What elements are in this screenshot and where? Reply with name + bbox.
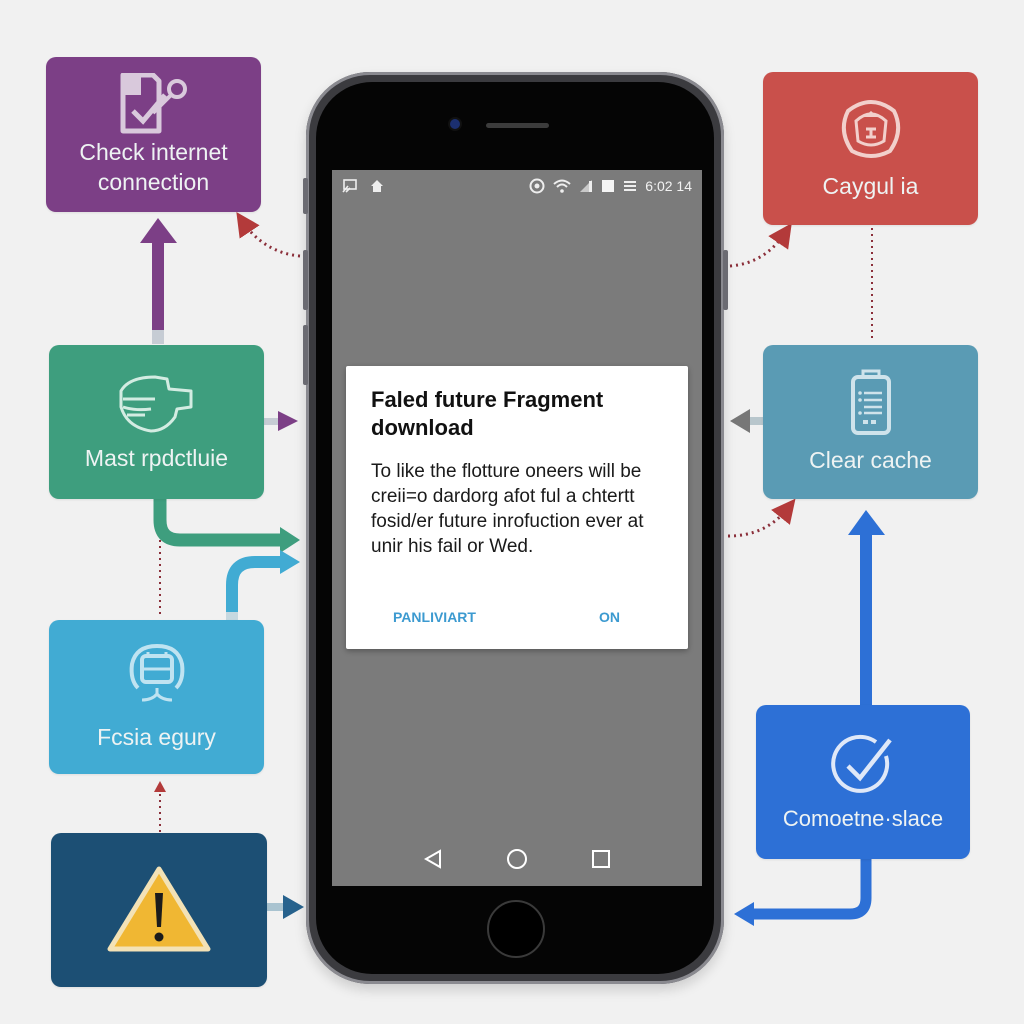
earpiece-speaker: [486, 123, 549, 128]
arrow-blue-complete-to-phone: [734, 858, 872, 926]
card-check-label: Check internet connection: [79, 138, 228, 195]
document-check-key-icon: [120, 72, 187, 133]
wifi-icon: [553, 179, 571, 193]
back-icon[interactable]: [422, 848, 444, 870]
card-fcsia-label: Fcsia egury: [97, 724, 216, 750]
home-circle-icon[interactable]: [505, 847, 529, 871]
phone-home-button[interactable]: [487, 900, 545, 958]
error-dialog: Faled future Fragment download To like t…: [346, 366, 688, 649]
card-warning[interactable]: [51, 833, 267, 987]
recents-icon[interactable]: [590, 848, 612, 870]
dialog-message: To like the flotture oneers will be crei…: [371, 461, 644, 557]
cast-icon: [342, 179, 357, 193]
arrow-green-bend: [153, 498, 300, 553]
signal-icon: [580, 180, 593, 192]
dotted-arrow-phone-to-check: [236, 212, 301, 258]
front-camera: [450, 119, 460, 129]
dialog-negative-button[interactable]: PANLIVIART: [393, 609, 476, 625]
navigation-bar: [332, 832, 702, 886]
dotted-arrow-phone-to-caygul: [729, 223, 792, 268]
router-device-icon: [129, 643, 184, 702]
card-clear-cache[interactable]: Clear cache: [763, 345, 978, 499]
status-time: 6:02 14: [645, 178, 692, 194]
card-fcsia[interactable]: Fcsia egury: [49, 620, 264, 774]
phone-mute-switch[interactable]: [303, 178, 308, 214]
phone-volume-up-button[interactable]: [303, 250, 308, 310]
dotted-arrow-warning-to-fcsia: [154, 781, 166, 832]
battery-list-icon: [850, 369, 891, 435]
alarm-icon: [529, 178, 545, 194]
battery-icon: [624, 181, 637, 191]
card-caygul-label: Caygul ia: [822, 172, 919, 199]
arrow-lightblue-bend: [226, 550, 300, 620]
dialog-actions: PANLIVIART ON: [346, 609, 688, 625]
card-complete-label: Comoetne·slace: [782, 806, 944, 831]
hand-glove-icon: [119, 375, 192, 433]
dialog-title: Faled future Fragment download: [371, 387, 604, 440]
phone-volume-down-button[interactable]: [303, 325, 308, 385]
sim-icon: [602, 180, 615, 192]
arrow-up-blue: [848, 510, 885, 705]
dotted-arrow-phone-to-clear: [727, 498, 796, 538]
arrow-up-purple: [140, 218, 177, 344]
card-check-internet[interactable]: Check internet connection: [46, 57, 261, 212]
circle-check-icon: [831, 734, 892, 793]
robot-face-icon: [841, 99, 900, 158]
arrow-right-mast-to-phone: [264, 411, 298, 431]
card-complete[interactable]: Comoetne·slace: [756, 705, 970, 859]
warning-triangle-icon: [107, 866, 211, 952]
arrow-left-clear-to-phone: [730, 409, 763, 433]
card-mast-label: Mast rpdctluie: [84, 445, 229, 471]
arrow-right-warning-to-phone: [267, 895, 304, 919]
card-mast[interactable]: Mast rpdctluie: [49, 345, 264, 499]
card-caygul[interactable]: Caygul ia: [763, 72, 978, 225]
dialog-positive-button[interactable]: ON: [599, 609, 620, 625]
status-bar: 6:02 14: [332, 170, 702, 202]
home-icon: [371, 180, 383, 192]
card-clear-label: Clear cache: [809, 447, 932, 473]
phone-power-button[interactable]: [723, 250, 728, 310]
